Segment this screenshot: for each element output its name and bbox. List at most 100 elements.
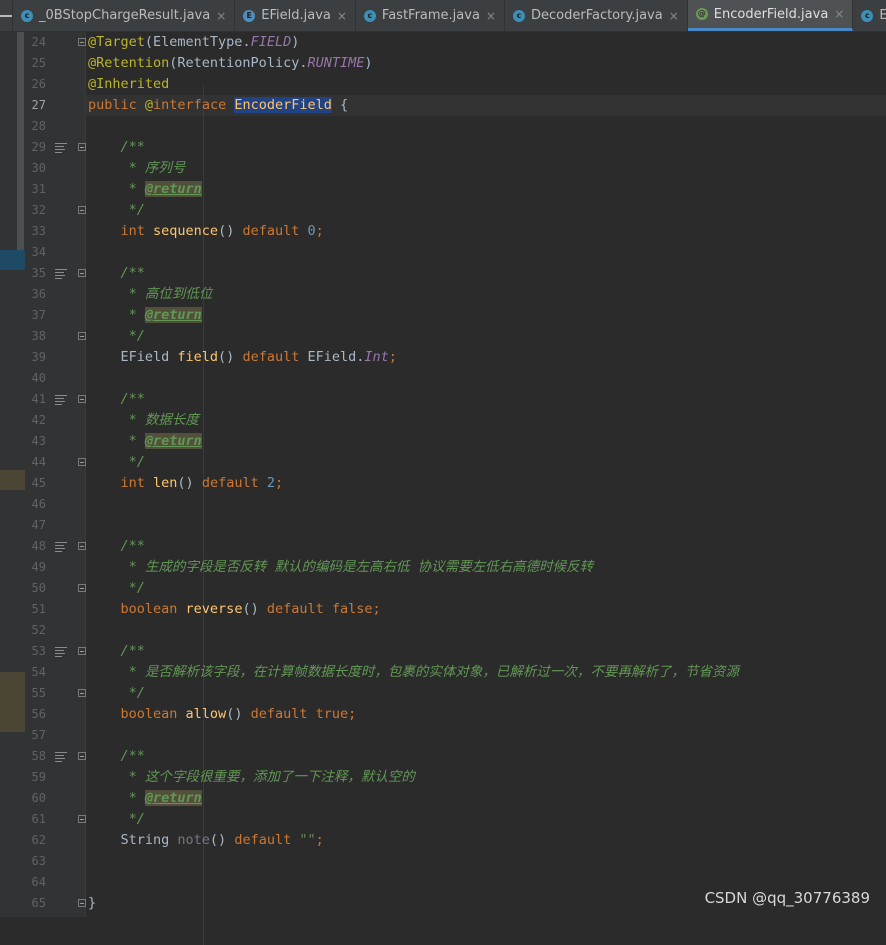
code-line: @Target(ElementType.FIELD) <box>88 32 299 53</box>
line-number: 59 <box>31 770 46 784</box>
code-token: * 是否解析该字段，在计算帧数据长度时，包裹的实体对象，已解析过一次，不要再解析… <box>88 664 739 680</box>
tab-label: FastFrame.java <box>381 8 480 23</box>
code-line: * 序列号 <box>88 158 186 179</box>
fold-toggle-icon[interactable] <box>78 143 86 151</box>
code-token: * <box>88 307 145 323</box>
code-line: * @return <box>88 431 202 452</box>
code-line: int len() default 2; <box>88 473 284 494</box>
fold-toggle-icon[interactable] <box>78 269 86 277</box>
fold-toggle-icon[interactable] <box>78 542 86 550</box>
code-token: * <box>88 790 145 806</box>
code-token: ) <box>364 55 373 71</box>
fold-toggle-icon[interactable] <box>78 899 86 907</box>
line-number: 27 <box>31 98 46 112</box>
code-token: EncoderField <box>234 97 332 113</box>
close-tab-icon[interactable]: × <box>669 9 679 23</box>
line-number: 58 <box>31 749 46 763</box>
tab-label: EncoderFac <box>879 8 886 23</box>
fold-toggle-icon[interactable] <box>78 395 86 403</box>
class-icon: c <box>21 9 33 22</box>
code-line: * 数据长度 <box>88 410 199 431</box>
code-line: String note() default ""; <box>88 830 324 851</box>
line-number: 55 <box>31 686 46 700</box>
code-token: boolean <box>88 706 186 722</box>
line-number: 44 <box>31 455 46 469</box>
render-doc-icon[interactable] <box>55 647 67 657</box>
code-token: () <box>177 475 202 491</box>
code-token: * <box>88 181 145 197</box>
line-number: 43 <box>31 434 46 448</box>
code-token: @return <box>144 181 202 197</box>
change-marker <box>0 470 25 490</box>
code-token: */ <box>88 685 145 701</box>
code-token: ; <box>315 832 324 848</box>
code-editor[interactable]: @Target(ElementType.FIELD) @Retention(Ret… <box>86 32 886 945</box>
tab-1[interactable]: E EField.java × <box>235 0 356 31</box>
tab-2[interactable]: c FastFrame.java × <box>356 0 505 31</box>
close-tab-icon[interactable]: × <box>834 7 844 21</box>
fold-toggle-icon[interactable] <box>78 38 86 46</box>
line-number: 33 <box>31 224 46 238</box>
class-icon: c <box>861 9 874 22</box>
line-number: 37 <box>31 308 46 322</box>
line-number: 65 <box>31 896 46 910</box>
line-number: 46 <box>31 497 46 511</box>
fold-toggle-icon[interactable] <box>78 689 86 697</box>
render-doc-icon[interactable] <box>55 143 67 153</box>
tab-list-menu-icon[interactable] <box>0 0 13 31</box>
fold-toggle-icon[interactable] <box>78 206 86 214</box>
code-token: default false; <box>266 601 381 617</box>
render-doc-icon[interactable] <box>55 269 67 279</box>
line-number: 34 <box>31 245 46 259</box>
watermark: CSDN @qq_30776389 <box>704 889 870 907</box>
render-doc-icon[interactable] <box>55 752 67 762</box>
fold-toggle-icon[interactable] <box>78 458 86 466</box>
code-token: */ <box>88 328 145 344</box>
line-number-gutter[interactable]: 24 25 26 27 28 29 30 31 32 33 34 35 36 37 38 39 40 41 42 43… <box>25 32 86 917</box>
fold-toggle-icon[interactable] <box>78 752 86 760</box>
code-token: */ <box>88 580 145 596</box>
close-tab-icon[interactable]: × <box>216 9 226 23</box>
fold-toggle-icon[interactable] <box>78 584 86 592</box>
tab-label: EField.java <box>261 8 331 23</box>
tab-0[interactable]: c _0BStopChargeResult.java × <box>13 0 236 31</box>
line-number: 25 <box>31 56 46 70</box>
code-token: FIELD <box>250 34 292 50</box>
tab-5[interactable]: c EncoderFac <box>853 0 886 31</box>
code-line: /** <box>88 389 145 410</box>
fold-toggle-icon[interactable] <box>78 332 86 340</box>
code-token: ; <box>315 223 324 239</box>
line-number: 52 <box>31 623 46 637</box>
close-tab-icon[interactable]: × <box>337 9 347 23</box>
line-number: 32 <box>31 203 46 217</box>
code-token: /** <box>88 538 145 554</box>
enum-icon: E <box>243 9 256 22</box>
tab-3[interactable]: c DecoderFactory.java × <box>505 0 688 31</box>
code-line: * 是否解析该字段，在计算帧数据长度时，包裹的实体对象，已解析过一次，不要再解析… <box>88 662 739 683</box>
code-line: * 生成的字段是否反转 默认的编码是左高右低 协议需要左低右高德时候反转 <box>88 557 594 578</box>
tab-4[interactable]: @ EncoderField.java × <box>687 0 854 31</box>
code-token: ) <box>291 34 300 50</box>
code-token: default <box>201 475 267 491</box>
close-tab-icon[interactable]: × <box>486 9 496 23</box>
code-token: * 高位到低位 <box>88 286 213 302</box>
code-line: * @return <box>88 179 202 200</box>
code-line: */ <box>88 809 145 830</box>
code-token: Int <box>364 349 389 365</box>
code-token: ; <box>388 349 397 365</box>
left-tool-strip <box>0 32 25 917</box>
line-number: 31 <box>31 182 46 196</box>
fold-toggle-icon[interactable] <box>78 647 86 655</box>
render-doc-icon[interactable] <box>55 395 67 405</box>
line-number: 49 <box>31 560 46 574</box>
fold-toggle-icon[interactable] <box>78 815 86 823</box>
code-token: "" <box>299 832 316 848</box>
code-token: allow <box>185 706 227 722</box>
line-number: 54 <box>31 665 46 679</box>
code-line: */ <box>88 452 145 473</box>
render-doc-icon[interactable] <box>55 542 67 552</box>
code-line: * 高位到低位 <box>88 284 213 305</box>
code-token: @Target <box>88 34 145 50</box>
code-token: * 数据长度 <box>88 412 199 428</box>
code-token: field <box>177 349 219 365</box>
